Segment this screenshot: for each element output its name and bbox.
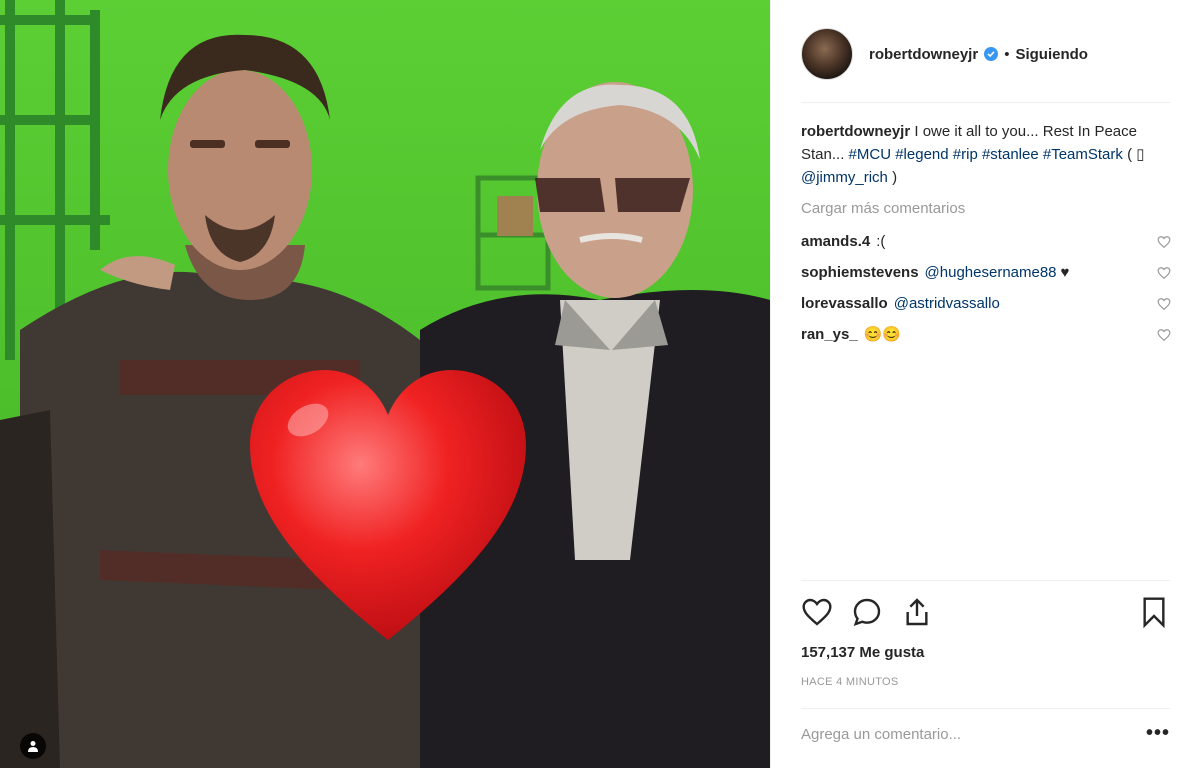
mention-jimmy-rich[interactable]: @jimmy_rich [801,169,888,186]
heart-outline-icon[interactable] [801,596,833,628]
comment-divider [801,708,1170,709]
mention-open: ( ▯ [1127,146,1145,163]
comment-mention[interactable]: @hughesername88 [925,262,1057,284]
black-heart-icon: ♥ [1060,264,1070,281]
comment-item: ran_ys_ 😊😊 [801,324,1171,346]
tag-people-button[interactable] [20,733,46,759]
load-more-comments-button[interactable]: Cargar más comentarios [801,200,965,217]
post-header: robertdowneyjr • Siguiendo [801,28,1170,80]
hashtag-stanlee[interactable]: #stanlee [982,146,1039,163]
action-bar [801,596,1170,636]
add-comment-input[interactable]: Agrega un comentario... [801,726,1101,743]
likes-count[interactable]: 157,137 Me gusta [801,644,924,661]
hashtag-teamstark[interactable]: #TeamStark [1043,146,1123,163]
comment-username[interactable]: lorevassallo [801,293,888,315]
comment-mention[interactable]: @astridvassallo [894,293,1000,315]
follow-button[interactable]: Siguiendo [1015,46,1088,63]
post-timestamp[interactable]: HACE 4 MINUTOS [801,676,899,688]
header-divider [801,102,1170,103]
heart-outline-icon[interactable] [1157,328,1171,342]
comment-username[interactable]: ran_ys_ [801,324,858,346]
mention-close: ) [887,169,898,186]
comment-username[interactable]: sophiemstevens [801,262,919,284]
header-username[interactable]: robertdowneyjr [869,46,978,63]
header-separator: • [1004,45,1010,63]
person-tag-icon [28,741,38,752]
comment-text: 😊😊 [863,326,902,343]
comment-item: sophiemstevens @hughesername88 ♥ [801,262,1171,284]
heart-outline-icon[interactable] [1157,297,1171,311]
heart-outline-icon[interactable] [1157,235,1171,249]
more-options-button[interactable]: ••• [1146,722,1170,745]
comment-item: amands.4 :( [801,231,1171,253]
comment-item: lorevassallo @astridvassallo [801,293,1171,315]
comment-username[interactable]: amands.4 [801,231,870,253]
comment-bubble-icon[interactable] [851,596,883,628]
hashtag-rip[interactable]: #rip [953,146,978,163]
caption-username[interactable]: robertdowneyjr [801,123,910,140]
hashtag-mcu[interactable]: #MCU [849,146,892,163]
actions-divider [801,580,1170,581]
post-photo[interactable] [0,0,770,768]
avatar[interactable] [801,28,853,80]
photo-illustration [0,0,770,768]
post-caption: robertdowneyjr I owe it all to you... Re… [801,120,1161,189]
heart-outline-icon[interactable] [1157,266,1171,280]
bookmark-icon[interactable] [1138,596,1170,628]
post-details-panel: robertdowneyjr • Siguiendo robertdowneyj… [770,0,1200,768]
share-upload-icon[interactable] [901,596,933,628]
hashtag-legend[interactable]: #legend [895,146,948,163]
verified-badge-icon [984,47,999,61]
comment-text: :( [876,233,886,250]
